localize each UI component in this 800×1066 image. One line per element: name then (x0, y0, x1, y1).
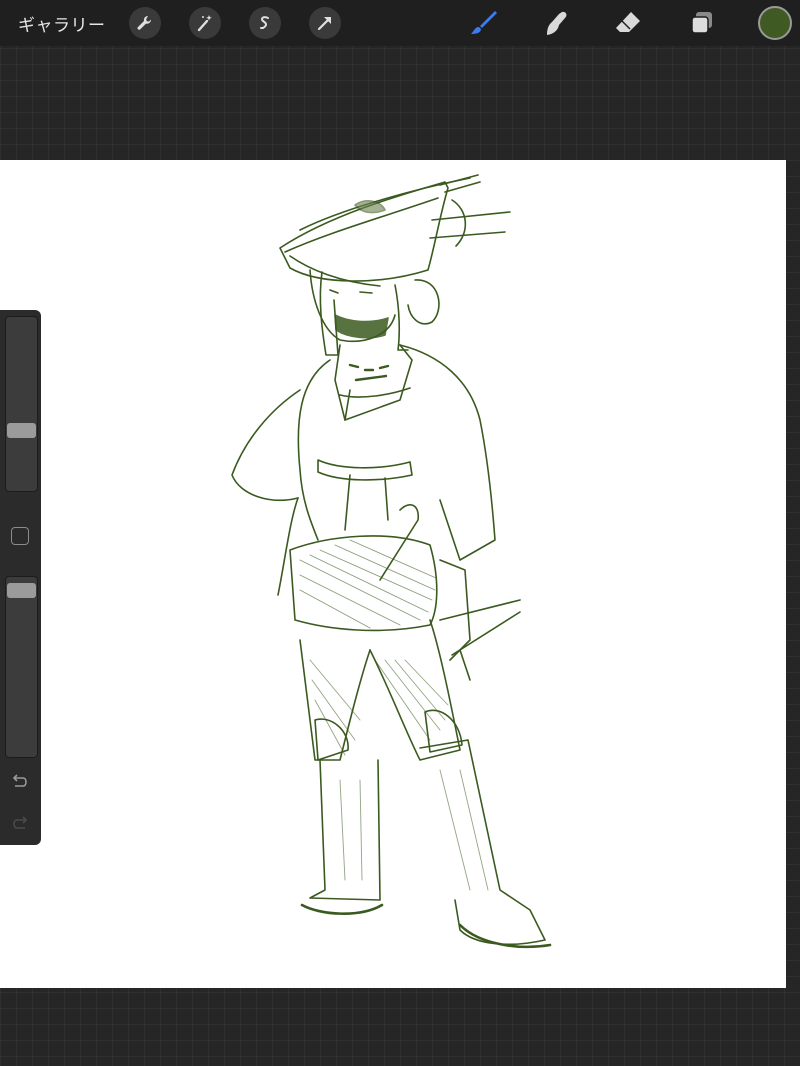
eraser-icon (616, 12, 640, 32)
wrench-icon (137, 15, 152, 30)
redo-button[interactable] (9, 813, 31, 835)
smudge-icon (547, 11, 567, 36)
redo-icon (13, 816, 28, 829)
modify-button[interactable] (11, 527, 29, 545)
color-picker-button[interactable] (758, 6, 792, 40)
opacity-slider[interactable] (5, 576, 38, 758)
opacity-thumb[interactable] (7, 583, 36, 598)
adjustments-button[interactable] (189, 7, 221, 39)
top-toolbar: ギャラリー (0, 0, 800, 46)
selection-button[interactable] (249, 7, 281, 39)
layers-icon (691, 12, 712, 34)
selection-icon (260, 16, 269, 29)
undo-button[interactable] (9, 771, 31, 793)
brush-size-thumb[interactable] (7, 423, 36, 438)
brush-tool-button[interactable] (466, 6, 500, 40)
gallery-button[interactable]: ギャラリー (18, 11, 106, 36)
brush-icon (471, 11, 497, 34)
actions-button[interactable] (129, 7, 161, 39)
smudge-tool-button[interactable] (538, 6, 572, 40)
side-toolbar (0, 310, 41, 845)
drawing-canvas[interactable] (0, 160, 786, 988)
undo-icon (12, 774, 27, 787)
eraser-tool-button[interactable] (611, 6, 645, 40)
layers-button[interactable] (685, 6, 719, 40)
transform-button[interactable] (309, 7, 341, 39)
magic-wand-icon (197, 15, 212, 32)
transform-arrow-icon (317, 17, 331, 31)
brush-size-slider[interactable] (5, 316, 38, 492)
sketch-drawing (231, 174, 552, 949)
